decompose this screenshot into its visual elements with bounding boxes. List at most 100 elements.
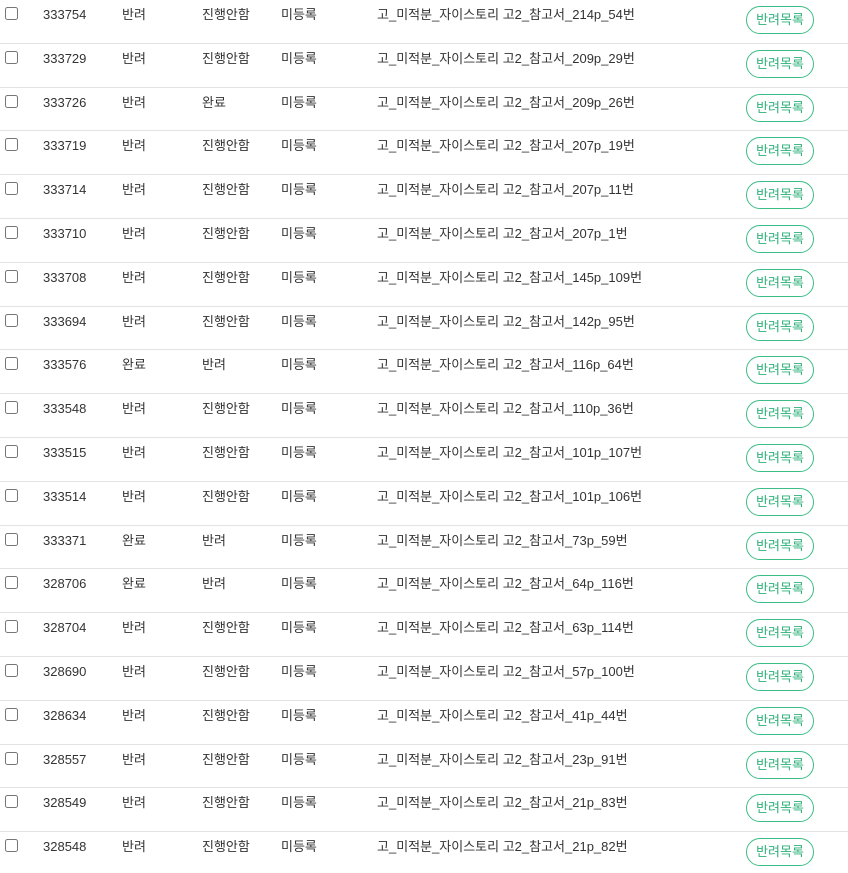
- rejection-list-button[interactable]: 반려목록: [746, 838, 814, 867]
- rejection-list-button[interactable]: 반려목록: [746, 312, 814, 341]
- row-title: 고_미적분_자이스토리 고2_참고서_57p_100번: [377, 663, 635, 679]
- row-title: 고_미적분_자이스토리 고2_참고서_73p_59번: [377, 532, 628, 548]
- row-progress: 진행안함: [202, 444, 250, 460]
- row-id: 333754: [43, 7, 87, 22]
- row-id: 333708: [43, 269, 87, 285]
- row-checkbox[interactable]: [5, 7, 18, 20]
- row-checkbox[interactable]: [5, 576, 18, 590]
- row-checkbox[interactable]: [5, 313, 18, 327]
- row-registration: 미등록: [281, 7, 317, 22]
- rejection-list-button[interactable]: 반려목록: [746, 794, 814, 823]
- row-title: 고_미적분_자이스토리 고2_참고서_142p_95번: [377, 313, 635, 329]
- row-registration: 미등록: [281, 751, 317, 767]
- table-row: 328549 반려 진행안함 미등록 고_미적분_자이스토리 고2_참고서_21…: [0, 788, 848, 833]
- row-title: 고_미적분_자이스토리 고2_참고서_101p_107번: [377, 444, 643, 460]
- table-row: 333708 반려 진행안함 미등록 고_미적분_자이스토리 고2_참고서_14…: [0, 263, 848, 307]
- row-checkbox[interactable]: [5, 269, 18, 283]
- row-checkbox[interactable]: [5, 839, 18, 853]
- row-registration: 미등록: [281, 620, 317, 636]
- row-status: 반려: [122, 225, 146, 241]
- row-registration: 미등록: [281, 50, 317, 66]
- row-checkbox[interactable]: [5, 707, 18, 721]
- rejection-list-button[interactable]: 반려목록: [746, 93, 814, 122]
- row-checkbox[interactable]: [5, 488, 18, 502]
- row-checkbox[interactable]: [5, 182, 18, 196]
- row-title: 고_미적분_자이스토리 고2_참고서_101p_106번: [377, 488, 643, 504]
- rejection-list-button[interactable]: 반려목록: [746, 575, 814, 604]
- row-id: 333719: [43, 138, 87, 154]
- row-checkbox[interactable]: [5, 94, 18, 108]
- table-row: 333729 반려 진행안함 미등록 고_미적분_자이스토리 고2_참고서_20…: [0, 44, 848, 88]
- row-registration: 미등록: [281, 225, 317, 241]
- rejection-list-button[interactable]: 반려목록: [746, 49, 814, 78]
- row-id: 328704: [43, 620, 87, 636]
- table-row: 328557 반려 진행안함 미등록 고_미적분_자이스토리 고2_참고서_23…: [0, 745, 848, 789]
- row-id: 333726: [43, 94, 87, 110]
- rejection-list-button[interactable]: 반려목록: [746, 268, 814, 297]
- row-checkbox[interactable]: [5, 50, 18, 64]
- rejection-list-button[interactable]: 반려목록: [746, 356, 814, 385]
- row-id: 333710: [43, 225, 87, 241]
- rejection-list-button[interactable]: 반려목록: [746, 443, 814, 472]
- row-status: 완료: [122, 576, 146, 592]
- rejection-list-button[interactable]: 반려목록: [746, 400, 814, 429]
- row-title: 고_미적분_자이스토리 고2_참고서_23p_91번: [377, 751, 628, 767]
- row-progress: 반려: [202, 532, 226, 548]
- row-checkbox[interactable]: [5, 795, 18, 809]
- table-row: 328704 반려 진행안함 미등록 고_미적분_자이스토리 고2_참고서_63…: [0, 613, 848, 657]
- row-registration: 미등록: [281, 532, 317, 548]
- row-status: 반려: [122, 707, 146, 723]
- rejection-list-button[interactable]: 반려목록: [746, 750, 814, 779]
- row-checkbox[interactable]: [5, 532, 18, 546]
- row-checkbox[interactable]: [5, 401, 18, 415]
- rejection-list-button[interactable]: 반려목록: [746, 224, 814, 253]
- rejection-list-button[interactable]: 반려목록: [746, 181, 814, 210]
- row-checkbox[interactable]: [5, 225, 18, 239]
- row-status: 반려: [122, 795, 146, 811]
- row-checkbox[interactable]: [5, 663, 18, 677]
- row-checkbox[interactable]: [5, 444, 18, 458]
- row-checkbox[interactable]: [5, 138, 18, 152]
- row-title: 고_미적분_자이스토리 고2_참고서_207p_1번: [377, 225, 628, 241]
- table-row: 333371 완료 반려 미등록 고_미적분_자이스토리 고2_참고서_73p_…: [0, 526, 848, 570]
- row-progress: 진행안함: [202, 401, 250, 417]
- rejection-table: 333754 반려 진행안함 미등록 고_미적분_자이스토리 고2_참고서_21…: [0, 0, 848, 873]
- row-status: 완료: [122, 357, 146, 373]
- rejection-list-button[interactable]: 반려목록: [746, 662, 814, 691]
- rejection-list-button[interactable]: 반려목록: [746, 137, 814, 166]
- table-row: 328690 반려 진행안함 미등록 고_미적분_자이스토리 고2_참고서_57…: [0, 657, 848, 701]
- row-id: 333729: [43, 50, 87, 66]
- row-registration: 미등록: [281, 663, 317, 679]
- row-checkbox[interactable]: [5, 620, 18, 634]
- row-registration: 미등록: [281, 94, 317, 110]
- row-progress: 진행안함: [202, 138, 250, 154]
- row-status: 반려: [122, 839, 146, 855]
- row-progress: 반려: [202, 576, 226, 592]
- row-id: 333694: [43, 313, 87, 329]
- rejection-list-button[interactable]: 반려목록: [746, 487, 814, 516]
- row-progress: 진행안함: [202, 50, 250, 66]
- row-status: 반려: [122, 50, 146, 66]
- row-title: 고_미적분_자이스토리 고2_참고서_110p_36번: [377, 401, 634, 417]
- row-title: 고_미적분_자이스토리 고2_참고서_21p_83번: [377, 795, 628, 811]
- row-progress: 진행안함: [202, 751, 250, 767]
- row-id: 328549: [43, 795, 87, 811]
- row-id: 333514: [43, 488, 87, 504]
- row-progress: 반려: [202, 357, 226, 373]
- row-checkbox[interactable]: [5, 751, 18, 765]
- row-checkbox[interactable]: [5, 357, 18, 371]
- row-id: 333515: [43, 444, 87, 460]
- row-id: 333371: [43, 532, 87, 548]
- row-status: 반려: [122, 269, 146, 285]
- rejection-list-button[interactable]: 반려목록: [746, 619, 814, 648]
- row-progress: 진행안함: [202, 313, 250, 329]
- table-row: 328706 완료 반려 미등록 고_미적분_자이스토리 고2_참고서_64p_…: [0, 569, 848, 614]
- row-title: 고_미적분_자이스토리 고2_참고서_63p_114번: [377, 620, 634, 636]
- rejection-list-button[interactable]: 반려목록: [746, 6, 814, 34]
- table-row: 333714 반려 진행안함 미등록 고_미적분_자이스토리 고2_참고서_20…: [0, 175, 848, 219]
- row-id: 328706: [43, 576, 87, 592]
- rejection-list-button[interactable]: 반려목록: [746, 531, 814, 560]
- row-registration: 미등록: [281, 707, 317, 723]
- table-row: 333719 반려 진행안함 미등록 고_미적분_자이스토리 고2_참고서_20…: [0, 131, 848, 176]
- rejection-list-button[interactable]: 반려목록: [746, 706, 814, 735]
